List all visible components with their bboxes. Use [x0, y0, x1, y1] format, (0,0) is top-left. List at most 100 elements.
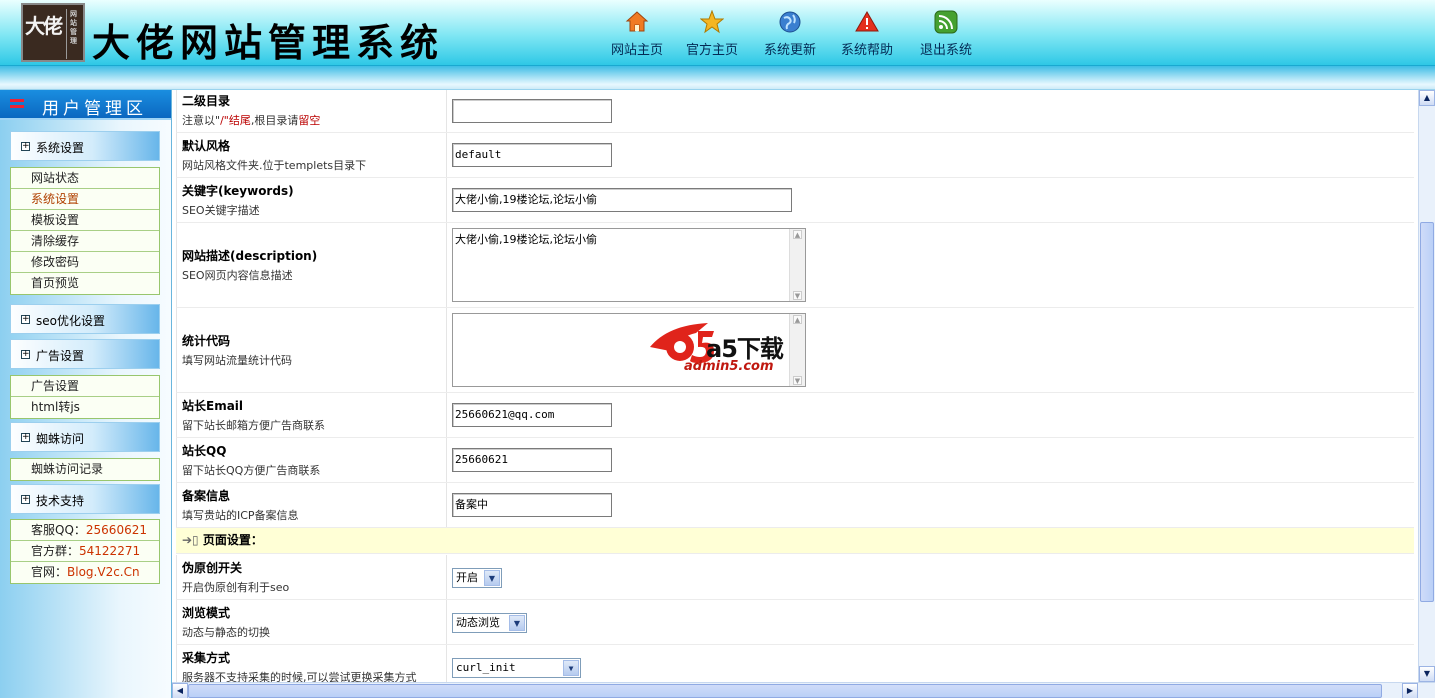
textarea-scrollbar[interactable]: ▲ ▼: [789, 314, 805, 386]
expand-icon: +: [21, 494, 30, 504]
sidebar-item-system-settings[interactable]: 系统设置: [11, 189, 159, 210]
subdir-hint-c: ,根目录请: [250, 114, 299, 127]
sidebar-support-items: 客服QQ：25660621 官方群：54122271 官网：Blog.V2c.C…: [10, 519, 160, 584]
collect-select-value: curl_init: [456, 661, 516, 674]
chevron-down-icon[interactable]: ▼: [563, 660, 579, 676]
browse-select[interactable]: 动态浏览 ▼: [452, 613, 527, 633]
sidebar-item-clear-cache[interactable]: 清除缓存: [11, 231, 159, 252]
scroll-up-icon[interactable]: ▲: [793, 230, 802, 239]
form-label-cell: 站长QQ 留下站长QQ方便广告商联系: [177, 438, 447, 482]
nav-official-label: 官方主页: [685, 43, 738, 58]
subdir-label: 二级目录: [182, 94, 231, 108]
scroll-right-icon[interactable]: ▶: [1402, 683, 1418, 698]
form-label-cell: 统计代码 填写网站流量统计代码: [177, 308, 447, 392]
sidebar-title: 用户管理区: [0, 90, 171, 120]
sidebar-section-label: seo优化设置: [36, 314, 105, 328]
stats-textarea[interactable]: a5下载 admin5.com ▲ ▼: [452, 313, 806, 387]
expand-icon: +: [21, 314, 30, 324]
browse-hint: 动态与静态的切换: [182, 626, 270, 639]
qq-input[interactable]: 25660621: [452, 448, 612, 472]
collect-hint: 服务器不支持采集的时候,可以尝试更换采集方式: [182, 671, 417, 682]
keywords-label: 关键字(keywords): [182, 184, 294, 198]
sidebar-item-spider-log[interactable]: 蜘蛛访问记录: [11, 459, 159, 480]
admin-app: 大佬 网站管理 大佬网站管理系统 网站主页 官方主页 系统更新 系统帮助 退出系…: [0, 0, 1435, 698]
form-row-email: 站长Email 留下站长邮箱方便广告商联系 25660621@qq.com: [176, 393, 1414, 438]
home-icon: [625, 10, 649, 34]
sidebar-item-site-status[interactable]: 网站状态: [11, 168, 159, 189]
subdir-hint-d: 留空: [298, 114, 321, 127]
icp-input[interactable]: 备案中: [452, 493, 612, 517]
form-row-stats: 统计代码 填写网站流量统计代码 a5下载 admin5.com ▲ ▼: [176, 308, 1414, 393]
support-group: 官方群：54122271: [11, 541, 159, 562]
scroll-up-icon[interactable]: ▲: [1419, 90, 1435, 106]
description-textarea[interactable]: 大佬小偷,19楼论坛,论坛小偷 ▲ ▼: [452, 228, 806, 302]
scroll-down-icon[interactable]: ▼: [793, 376, 802, 385]
subdir-hint-b: /"结尾: [220, 114, 251, 127]
settings-form: 二级目录 注意以"/"结尾,根目录请留空 默认风格 网站风格文件夹.位于temp…: [176, 90, 1418, 682]
pseudo-select-value: 开启: [456, 571, 478, 584]
collect-select[interactable]: curl_init ▼: [452, 658, 581, 678]
logo-text: 大佬: [25, 14, 63, 38]
a5-watermark: a5下载 admin5.com: [648, 317, 798, 377]
rss-icon: [934, 10, 958, 34]
sidebar-section-seo[interactable]: + seo优化设置: [10, 304, 160, 334]
email-input[interactable]: 25660621@qq.com: [452, 403, 612, 427]
pseudo-select[interactable]: 开启 ▼: [452, 568, 502, 588]
scroll-up-icon[interactable]: ▲: [793, 315, 802, 324]
sidebar-section-support[interactable]: + 技术支持: [10, 484, 160, 514]
horizontal-scroll-thumb[interactable]: [188, 684, 1382, 698]
sidebar-section-ads[interactable]: + 广告设置: [10, 339, 160, 369]
globe-icon: [778, 10, 802, 34]
nav-update-label: 系统更新: [763, 43, 816, 58]
sidebar-item-home-preview[interactable]: 首页预览: [11, 273, 159, 294]
form-row-subdir: 二级目录 注意以"/"结尾,根目录请留空: [176, 90, 1414, 133]
style-input[interactable]: default: [452, 143, 612, 167]
textarea-scrollbar[interactable]: ▲ ▼: [789, 229, 805, 301]
sidebar-section-label: 广告设置: [36, 349, 85, 363]
nav-home-label: 网站主页: [610, 43, 663, 58]
form-row-browse: 浏览模式 动态与静态的切换 动态浏览 ▼: [176, 600, 1414, 645]
support-site-label: 官网：: [31, 565, 68, 579]
nav-logout-button[interactable]: 退出系统: [909, 6, 983, 62]
subdir-input[interactable]: [452, 99, 612, 123]
nav-home-button[interactable]: 网站主页: [600, 6, 674, 62]
nav-logout-label: 退出系统: [919, 43, 972, 58]
vertical-scrollbar[interactable]: ▲ ▼: [1418, 90, 1435, 682]
nav-official-button[interactable]: 官方主页: [675, 6, 749, 62]
email-hint: 留下站长邮箱方便广告商联系: [182, 419, 325, 432]
nav-help-button[interactable]: 系统帮助: [830, 6, 904, 62]
form-label-cell: 站长Email 留下站长邮箱方便广告商联系: [177, 393, 447, 437]
browse-select-value: 动态浏览: [456, 616, 500, 629]
sidebar-section-system[interactable]: + 系统设置: [10, 131, 160, 161]
sidebar-item-html-to-js[interactable]: html转js: [11, 397, 159, 418]
support-site: 官网：Blog.V2c.Cn: [11, 562, 159, 583]
sidebar-item-change-password[interactable]: 修改密码: [11, 252, 159, 273]
scroll-down-icon[interactable]: ▼: [793, 291, 802, 300]
form-label-cell: 浏览模式 动态与静态的切换: [177, 600, 447, 644]
chevron-down-icon[interactable]: ▼: [509, 615, 525, 631]
style-label: 默认风格: [182, 139, 231, 153]
sidebar-section-spider[interactable]: + 蜘蛛访问: [10, 422, 160, 452]
logo-seal: 网站管理: [66, 9, 80, 59]
chevron-down-icon[interactable]: ▼: [484, 570, 500, 586]
keywords-hint: SEO关键字描述: [182, 204, 260, 217]
support-group-value: 54122271: [79, 544, 141, 558]
support-site-link[interactable]: Blog.V2c.Cn: [67, 565, 140, 579]
sidebar-item-ad-settings[interactable]: 广告设置: [11, 376, 159, 397]
scroll-left-icon[interactable]: ◀: [172, 683, 188, 698]
subdir-hint: 注意以"/"结尾,根目录请留空: [182, 112, 446, 128]
header-strip: [0, 66, 1435, 90]
nav-update-button[interactable]: 系统更新: [753, 6, 827, 62]
horizontal-scrollbar[interactable]: ◀ ▶: [172, 682, 1435, 698]
form-row-collect: 采集方式 服务器不支持采集的时候,可以尝试更换采集方式 curl_init ▼: [176, 645, 1414, 682]
form-label-cell: 网站描述(description) SEO网页内容信息描述: [177, 223, 447, 307]
icp-hint: 填写贵站的ICP备案信息: [182, 509, 299, 522]
top-nav: 网站主页 官方主页 系统更新 系统帮助 退出系统: [600, 0, 1000, 66]
sidebar-title-text: 用户管理区: [42, 99, 147, 119]
scroll-down-icon[interactable]: ▼: [1419, 666, 1435, 682]
vertical-scroll-thumb[interactable]: [1420, 222, 1434, 602]
keywords-input[interactable]: 大佬小偷,19楼论坛,论坛小偷: [452, 188, 792, 212]
stats-label: 统计代码: [182, 334, 231, 348]
sidebar-item-template-settings[interactable]: 模板设置: [11, 210, 159, 231]
sidebar-section-label: 蜘蛛访问: [36, 432, 85, 446]
